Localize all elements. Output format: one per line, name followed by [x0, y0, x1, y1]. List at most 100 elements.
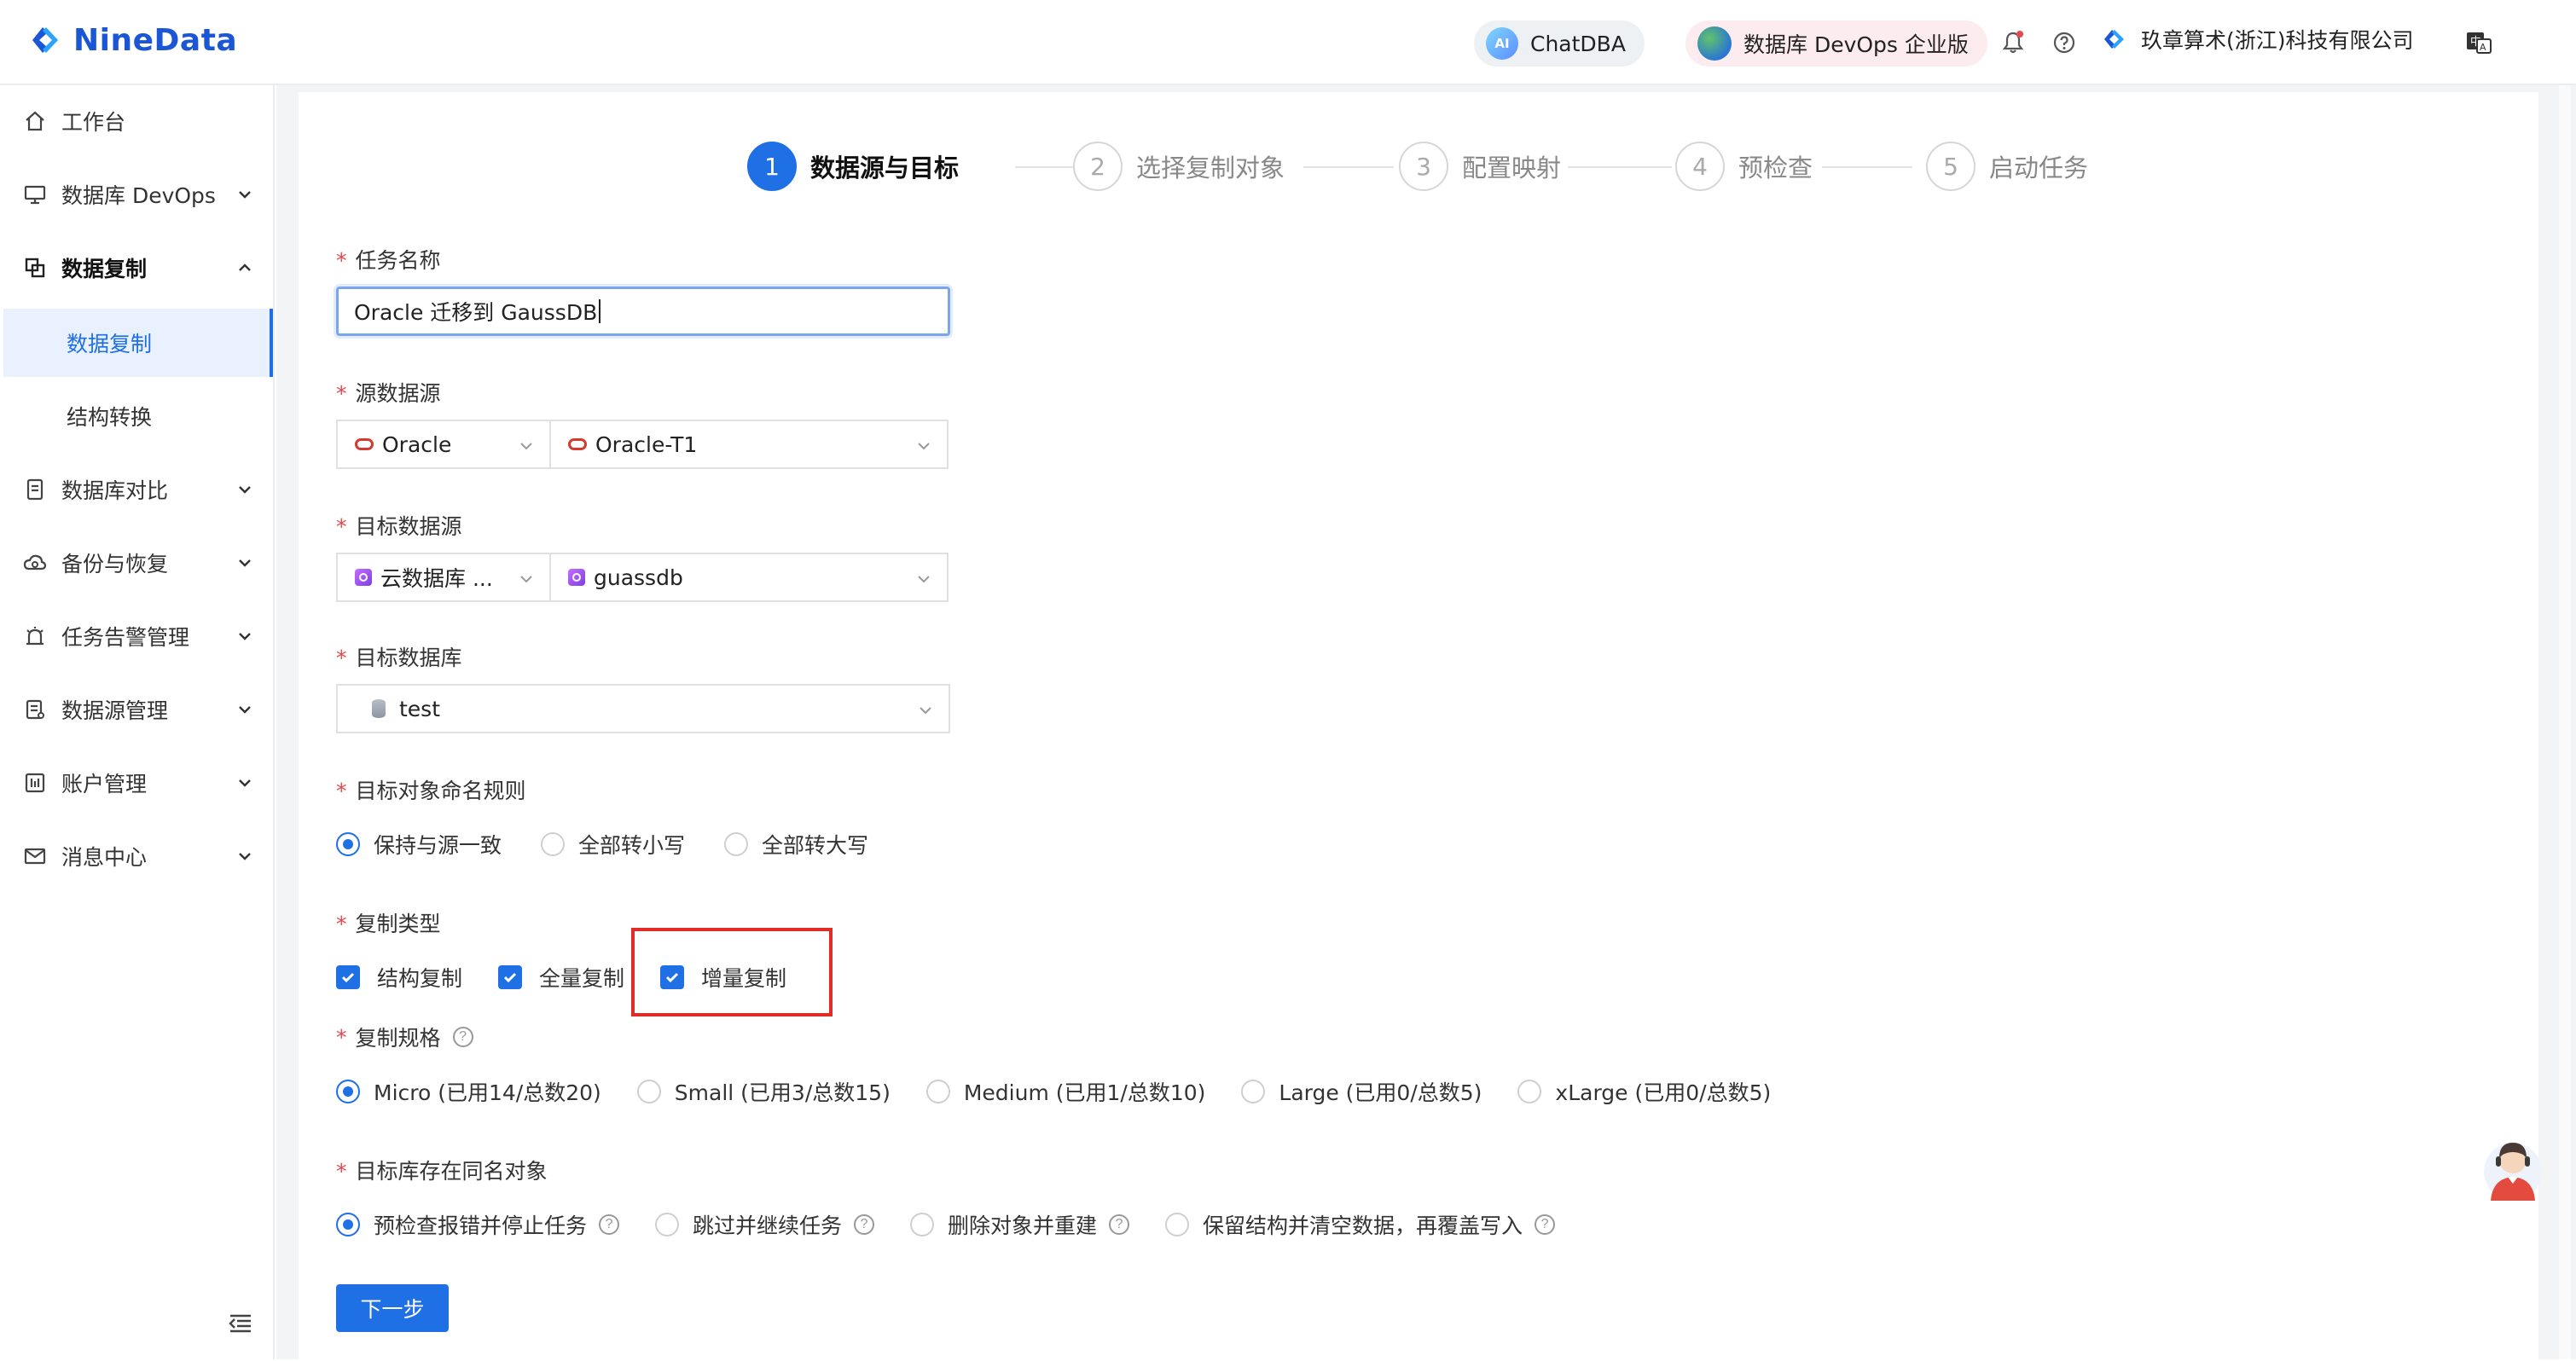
bell-icon[interactable]: [1999, 29, 2027, 56]
checkbox-checked[interactable]: [336, 965, 360, 989]
option-label: 保持与源一致: [374, 833, 502, 858]
conflict-option-truncate-overwrite[interactable]: 保留结构并清空数据，再覆盖写入?: [1165, 1209, 1556, 1240]
spec-option-xlarge[interactable]: xLarge (已用0/总数5): [1517, 1076, 1771, 1107]
radio-button[interactable]: [336, 1080, 360, 1103]
target-type-select[interactable]: 云数据库 ...: [336, 553, 551, 602]
help-icon[interactable]: ?: [1109, 1214, 1130, 1235]
source-instance-value: Oracle-T1: [595, 431, 698, 457]
help-icon[interactable]: ?: [452, 1027, 473, 1047]
sidebar-item-label: 数据复制: [61, 257, 148, 281]
oracle-icon: [355, 438, 374, 450]
checkbox-checked[interactable]: [498, 965, 523, 989]
sidebar-item-data-replication[interactable]: 数据复制: [3, 234, 273, 302]
devops-edition-label: 数据库 DevOps 企业版: [1743, 32, 1969, 57]
collapse-sidebar-icon[interactable]: [227, 1310, 254, 1337]
source-type-value: Oracle: [382, 431, 452, 457]
sidebar-item-message-center[interactable]: 消息中心: [3, 822, 273, 890]
step-number: 3: [1399, 142, 1448, 191]
label-text: 复制类型: [355, 912, 441, 936]
copy-type-structure[interactable]: 结构复制: [336, 962, 462, 993]
database-icon: [372, 699, 386, 718]
radio-button[interactable]: [910, 1213, 935, 1236]
label-text: 目标对象命名规则: [355, 779, 526, 803]
support-assistant-icon[interactable]: [2482, 1134, 2544, 1204]
target-database-label: * 目标数据库: [336, 641, 462, 672]
task-name-value: Oracle 迁移到 GaussDB: [354, 300, 598, 325]
step-number: 4: [1675, 142, 1725, 191]
annotation-highlight-box: [631, 928, 833, 1016]
radio-button[interactable]: [336, 1213, 360, 1236]
gaussdb-icon: [568, 569, 585, 586]
source-type-select[interactable]: Oracle: [336, 420, 551, 469]
naming-option-keep[interactable]: 保持与源一致: [336, 829, 502, 860]
language-icon[interactable]: 中A: [2465, 29, 2492, 56]
naming-option-lowercase[interactable]: 全部转小写: [541, 829, 685, 860]
target-instance-select[interactable]: guassdb: [549, 553, 949, 602]
spec-option-micro[interactable]: Micro (已用14/总数20): [336, 1076, 601, 1107]
spec-option-medium[interactable]: Medium (已用1/总数10): [925, 1076, 1205, 1107]
radio-button[interactable]: [1517, 1080, 1542, 1103]
chatdba-button[interactable]: AI ChatDBA: [1474, 20, 1645, 67]
organization-switcher[interactable]: 玖章算术(浙江)科技有限公司: [2100, 24, 2414, 55]
text-caret: [599, 299, 601, 323]
sidebar-item-workbench[interactable]: 工作台: [3, 87, 273, 155]
source-instance-select[interactable]: Oracle-T1: [549, 420, 949, 469]
radio-button[interactable]: [925, 1080, 950, 1103]
task-name-input[interactable]: Oracle 迁移到 GaussDB: [336, 287, 950, 336]
copy-spec-label: * 复制规格?: [336, 1022, 473, 1052]
option-label: 预检查报错并停止任务: [374, 1213, 588, 1238]
spec-option-small[interactable]: Small (已用3/总数15): [636, 1076, 891, 1107]
sidebar-item-account-mgmt[interactable]: 账户管理: [3, 749, 273, 817]
option-label: 全部转大写: [762, 833, 869, 858]
target-database-select[interactable]: test: [336, 684, 950, 733]
required-mark: *: [336, 1024, 347, 1050]
ai-icon: AI: [1486, 27, 1518, 60]
naming-option-uppercase[interactable]: 全部转大写: [724, 829, 868, 860]
sidebar-item-label: 结构转换: [67, 405, 153, 430]
sidebar-item-task-alerts[interactable]: 任务告警管理: [3, 602, 273, 670]
required-mark: *: [336, 779, 347, 803]
radio-button[interactable]: [1241, 1080, 1266, 1103]
sidebar-subitem-schema-conversion[interactable]: 结构转换: [3, 382, 273, 450]
monitor-icon: [22, 182, 48, 207]
radio-button[interactable]: [636, 1080, 661, 1103]
copy-type-full[interactable]: 全量复制: [498, 962, 624, 993]
compare-icon: [22, 477, 48, 502]
option-label: 删除对象并重建: [948, 1213, 1098, 1238]
chevron-down-icon: [920, 707, 931, 715]
sidebar-item-devops[interactable]: 数据库 DevOps: [3, 160, 273, 229]
sidebar-subitem-data-replication[interactable]: 数据复制: [3, 309, 273, 377]
sidebar-item-db-compare[interactable]: 数据库对比: [3, 455, 273, 524]
next-step-button[interactable]: 下一步: [336, 1284, 449, 1332]
spec-option-large[interactable]: Large (已用0/总数5): [1241, 1076, 1482, 1107]
step-start-task: 5 启动任务: [1926, 142, 2088, 191]
help-icon[interactable]: ?: [599, 1214, 620, 1235]
sidebar-item-label: 任务告警管理: [61, 625, 190, 650]
sidebar-item-backup-restore[interactable]: 备份与恢复: [3, 529, 273, 597]
radio-button[interactable]: [724, 832, 749, 856]
help-icon[interactable]: ?: [854, 1214, 875, 1235]
help-icon[interactable]: [2051, 29, 2078, 56]
help-icon[interactable]: ?: [1535, 1214, 1556, 1235]
step-number: 5: [1926, 142, 1976, 191]
step-number: 2: [1073, 142, 1123, 191]
sidebar-item-datasource-mgmt[interactable]: 数据源管理: [3, 675, 273, 744]
scrollbar[interactable]: [2559, 85, 2571, 1359]
chevron-down-icon: [239, 191, 251, 199]
logo-text: NineData: [73, 22, 238, 58]
radio-button[interactable]: [336, 832, 360, 856]
radio-button[interactable]: [541, 832, 566, 856]
label-text: 任务名称: [355, 248, 441, 273]
conflict-option-rebuild[interactable]: 删除对象并重建?: [910, 1209, 1130, 1240]
radio-button[interactable]: [1165, 1213, 1190, 1236]
logo[interactable]: NineData: [26, 20, 237, 60]
step-select-objects: 2 选择复制对象: [1073, 142, 1285, 191]
target-instance-value: guassdb: [594, 565, 683, 590]
chevron-down-icon: [239, 633, 251, 640]
devops-edition-button[interactable]: 数据库 DevOps 企业版: [1685, 20, 1987, 67]
sidebar: 工作台 数据库 DevOps 数据复制 数据复制 结构转换 数据库对比 备份与恢…: [3, 85, 275, 1359]
conflict-option-skip[interactable]: 跳过并继续任务?: [655, 1209, 875, 1240]
label-text: 复制规格: [355, 1026, 441, 1051]
conflict-option-stop[interactable]: 预检查报错并停止任务?: [336, 1209, 620, 1240]
radio-button[interactable]: [655, 1213, 680, 1236]
